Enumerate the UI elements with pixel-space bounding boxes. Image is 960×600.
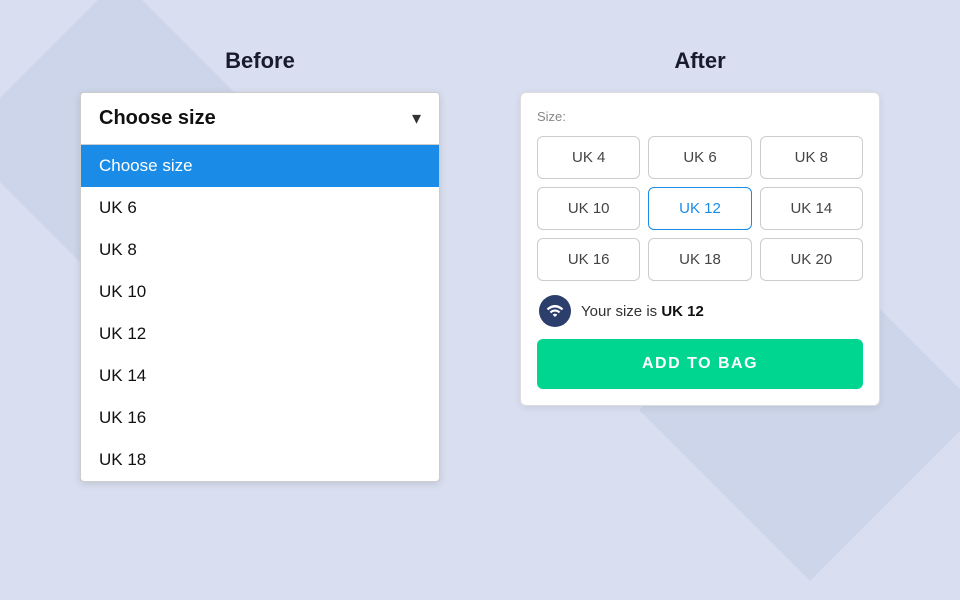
list-item[interactable]: UK 10	[81, 271, 439, 313]
list-item[interactable]: UK 16	[81, 397, 439, 439]
size-grid: UK 4 UK 6 UK 8 UK 10 UK 12 UK 14 UK 16 U…	[537, 136, 863, 281]
before-label: Before	[80, 48, 440, 74]
size-card: Size: UK 4 UK 6 UK 8 UK 10 UK 12 UK 14 U…	[520, 92, 880, 406]
size-recommendation-icon	[539, 295, 571, 327]
wifi-icon	[546, 302, 564, 320]
after-panel: After Size: UK 4 UK 6 UK 8 UK 10 UK 12 U…	[520, 48, 880, 406]
size-button-uk20[interactable]: UK 20	[760, 238, 863, 281]
list-item[interactable]: UK 18	[81, 439, 439, 481]
add-to-bag-button[interactable]: ADD TO BAG	[537, 339, 863, 389]
size-button-uk16[interactable]: UK 16	[537, 238, 640, 281]
dropdown-container: Choose size ▾ Choose size UK 6 UK 8 UK 1…	[80, 92, 440, 482]
after-label: After	[520, 48, 880, 74]
size-button-uk18[interactable]: UK 18	[648, 238, 751, 281]
list-item[interactable]: Choose size	[81, 145, 439, 187]
size-button-uk14[interactable]: UK 14	[760, 187, 863, 230]
dropdown-selected-text: Choose size	[99, 107, 216, 130]
list-item[interactable]: UK 6	[81, 187, 439, 229]
size-button-uk6[interactable]: UK 6	[648, 136, 751, 179]
your-size-text: Your size is UK 12	[581, 303, 704, 320]
size-button-uk4[interactable]: UK 4	[537, 136, 640, 179]
list-item[interactable]: UK 8	[81, 229, 439, 271]
size-button-uk12[interactable]: UK 12	[648, 187, 751, 230]
size-button-uk10[interactable]: UK 10	[537, 187, 640, 230]
your-size-value: UK 12	[661, 303, 704, 320]
before-panel: Before Choose size ▾ Choose size UK 6 UK…	[80, 48, 440, 482]
dropdown-list: Choose size UK 6 UK 8 UK 10 UK 12 UK 14 …	[81, 145, 439, 481]
size-label: Size:	[537, 109, 863, 124]
list-item[interactable]: UK 14	[81, 355, 439, 397]
chevron-down-icon: ▾	[412, 108, 421, 129]
list-item[interactable]: UK 12	[81, 313, 439, 355]
main-container: Before Choose size ▾ Choose size UK 6 UK…	[80, 48, 880, 482]
size-button-uk8[interactable]: UK 8	[760, 136, 863, 179]
dropdown-header[interactable]: Choose size ▾	[81, 93, 439, 145]
your-size-row: Your size is UK 12	[537, 295, 863, 327]
